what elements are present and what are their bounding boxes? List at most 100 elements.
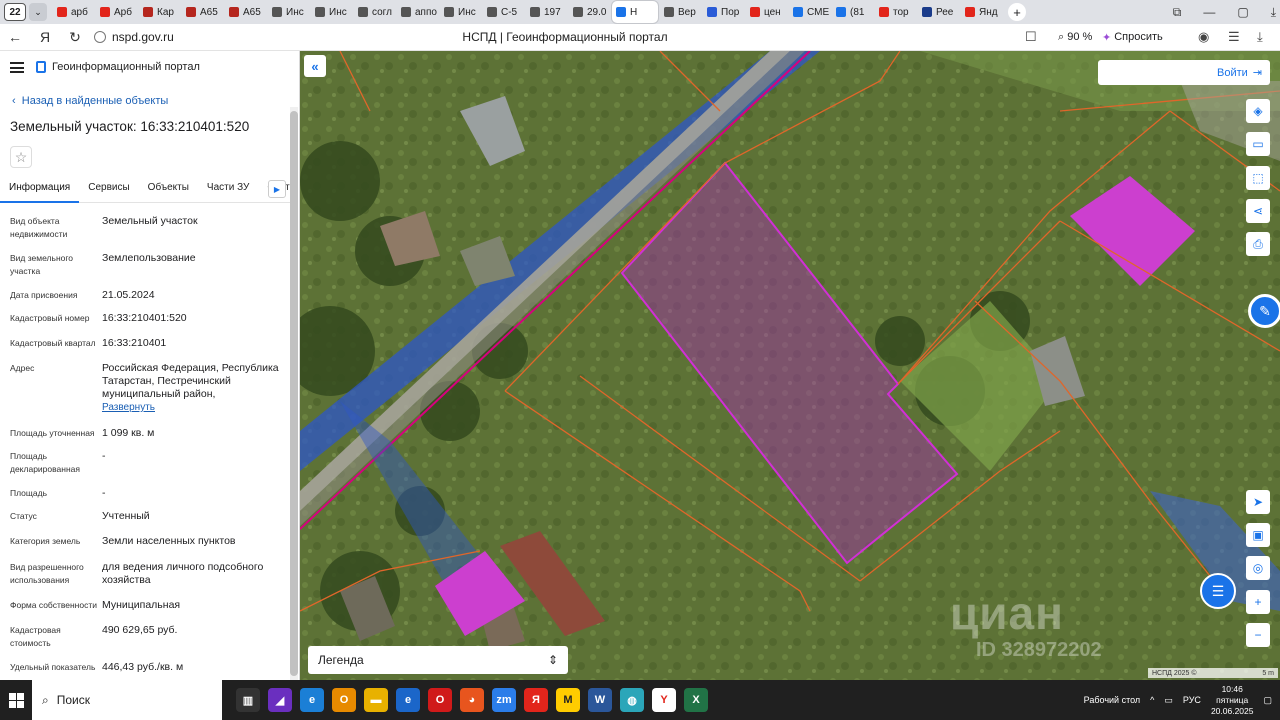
chat-icon[interactable]: ☰: [1200, 573, 1236, 609]
page-title: НСПД | Геоинформационный портал: [462, 30, 668, 44]
browser-tab[interactable]: Рее: [918, 1, 959, 23]
browser-tab[interactable]: Арб: [96, 1, 137, 23]
ask-button[interactable]: ✦ Спросить: [1102, 31, 1163, 44]
app-icon[interactable]: ◢: [268, 688, 292, 712]
windows-taskbar: ⌕ Поиск ▥ ◢ e O ▬ e O ◕ zm Я M W ◍ Y X Р…: [0, 680, 1280, 720]
panel-tab[interactable]: Сервисы: [79, 179, 138, 203]
browser-tab[interactable]: арб: [53, 1, 94, 23]
property-row: Удельный показатель 446,43 руб./кв. м: [10, 661, 280, 674]
tabs-list-icon[interactable]: ⧉: [1173, 5, 1182, 20]
print-icon[interactable]: ⎙: [1246, 232, 1270, 256]
yandex-market-icon[interactable]: M: [556, 688, 580, 712]
portal-logo[interactable]: Геоинформационный портал: [36, 61, 200, 73]
browser-tab[interactable]: Н: [612, 1, 658, 23]
collapse-panel-button[interactable]: «: [304, 55, 326, 77]
new-tab-button[interactable]: +: [1008, 3, 1026, 21]
outlook-icon[interactable]: O: [332, 688, 356, 712]
clock-weekday: пятница: [1216, 694, 1249, 705]
property-value: Российская Федерация, Республика Татарст…: [102, 362, 280, 414]
panel-tab[interactable]: Объекты: [139, 179, 198, 203]
zoom-in-button[interactable]: +: [1246, 590, 1270, 614]
yandex-browser-icon[interactable]: Я: [524, 688, 548, 712]
expand-address-link[interactable]: Развернуть: [102, 401, 280, 414]
zoom-out-button[interactable]: −: [1246, 623, 1270, 647]
browser-tab[interactable]: Инс: [268, 1, 309, 23]
download-icon[interactable]: ⤓: [1257, 29, 1263, 45]
browser-tab[interactable]: А65: [182, 1, 223, 23]
browser-tab[interactable]: Инс: [440, 1, 481, 23]
browser-tab-label: тор: [893, 6, 909, 18]
property-row: Площадь уточненная 1 099 кв. м: [10, 427, 280, 440]
browser-tab[interactable]: цен: [746, 1, 787, 23]
desktop-label[interactable]: Рабочий стол: [1084, 695, 1141, 705]
browser-tab[interactable]: Инс: [311, 1, 352, 23]
clock[interactable]: 10:46 пятница 20.06.2025: [1211, 684, 1254, 717]
browser-tab[interactable]: С-5: [483, 1, 524, 23]
internet-explorer-icon[interactable]: e: [396, 688, 420, 712]
property-label: Кадастровая стоимость: [10, 625, 61, 648]
feedback-icon[interactable]: ✎: [1248, 294, 1280, 328]
reader-icon[interactable]: ☰: [1228, 29, 1240, 45]
select-area-icon[interactable]: ⬚: [1246, 166, 1270, 190]
opera-icon[interactable]: O: [428, 688, 452, 712]
firefox-icon[interactable]: ◕: [460, 688, 484, 712]
browser-tab[interactable]: Вер: [660, 1, 701, 23]
tabs-scroll-right-button[interactable]: ▶: [268, 180, 286, 198]
browser-tab[interactable]: Пор: [703, 1, 744, 23]
favicon-icon: [616, 7, 626, 17]
bookmark-icon[interactable]: ☐: [1025, 29, 1037, 45]
geolocation-icon[interactable]: ➤: [1246, 490, 1270, 514]
browser-tab[interactable]: тор: [875, 1, 916, 23]
panel-tab[interactable]: Информация: [0, 179, 80, 203]
chevron-up-icon[interactable]: ^: [1150, 695, 1154, 705]
browser-tab[interactable]: аппо: [397, 1, 438, 23]
property-label: Кадастровый номер: [10, 313, 90, 323]
network-icon[interactable]: ▭: [1164, 695, 1173, 706]
download-icon[interactable]: ⤓: [1271, 5, 1276, 20]
zoom-app-icon[interactable]: zm: [492, 688, 516, 712]
browser-tab[interactable]: согл: [354, 1, 395, 23]
panel-scrollbar[interactable]: [290, 107, 298, 680]
browser-tab[interactable]: СМЕ: [789, 1, 830, 23]
taskbar-search[interactable]: ⌕ Поиск: [32, 680, 222, 720]
browser-tab[interactable]: А65: [225, 1, 266, 23]
app-icon[interactable]: ◍: [620, 688, 644, 712]
extension-icon[interactable]: ◉: [1198, 29, 1209, 45]
yandex-icon[interactable]: Y: [652, 688, 676, 712]
browser-tab[interactable]: 197: [526, 1, 567, 23]
property-row: Вид объекта недвижимости Земельный участо…: [10, 215, 280, 241]
back-to-results-link[interactable]: ‹ Назад в найденные объекты: [12, 95, 168, 107]
file-explorer-icon[interactable]: ▬: [364, 688, 388, 712]
satellite-map[interactable]: [300, 51, 1280, 680]
language-indicator[interactable]: РУС: [1183, 695, 1201, 705]
favorite-star-icon[interactable]: ☆: [10, 146, 32, 168]
maximize-icon[interactable]: ▢: [1237, 5, 1248, 19]
browser-tab[interactable]: (81: [832, 1, 873, 23]
excel-icon[interactable]: X: [684, 688, 708, 712]
chevron-down-icon[interactable]: ⌄: [29, 3, 47, 21]
map-type-icon[interactable]: ◎: [1246, 556, 1270, 580]
browser-tab[interactable]: Янд: [961, 1, 1002, 23]
browser-tab[interactable]: 29.0: [569, 1, 610, 23]
notification-icon[interactable]: ▢: [1263, 695, 1272, 706]
hamburger-menu-icon[interactable]: [10, 61, 24, 73]
favicon-icon: [487, 7, 497, 17]
share-icon[interactable]: ⋖: [1246, 199, 1270, 223]
zoom-indicator[interactable]: ⌕ 90 %: [1058, 31, 1092, 44]
minimize-icon[interactable]: —: [1203, 5, 1215, 19]
browser-tab-label: Рее: [936, 6, 954, 18]
ruler-icon[interactable]: ▭: [1246, 132, 1270, 156]
word-icon[interactable]: W: [588, 688, 612, 712]
start-button[interactable]: [0, 680, 32, 720]
property-row: Площадь декларированная -: [10, 450, 280, 476]
tab-count-button[interactable]: 22: [4, 3, 26, 21]
minimap-icon[interactable]: ▣: [1246, 523, 1270, 547]
legend-button[interactable]: Легенда ⇕: [308, 646, 568, 674]
panel-tab[interactable]: Части ЗУ: [198, 179, 258, 203]
map-view[interactable]: « Войти ⇥ ◈ ▭ ⬚ ⋖ ⎙ ✎ ➤ ▣ ◎ + − ☰ циан I…: [300, 51, 1280, 680]
browser-tab[interactable]: Кар: [139, 1, 180, 23]
login-button[interactable]: Войти ⇥: [1098, 60, 1270, 85]
task-view-icon[interactable]: ▥: [236, 688, 260, 712]
edge-icon[interactable]: e: [300, 688, 324, 712]
layers-icon[interactable]: ◈: [1246, 99, 1270, 123]
